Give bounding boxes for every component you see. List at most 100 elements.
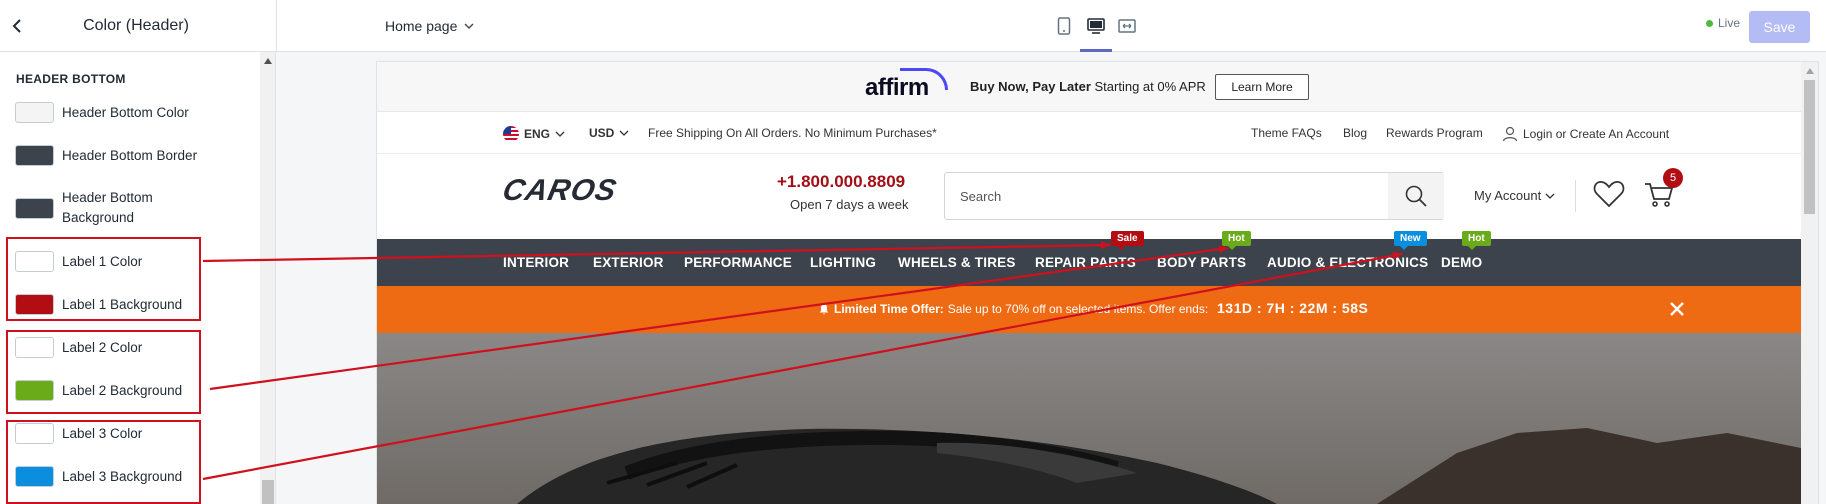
setting-label: Header Bottom Border xyxy=(62,147,198,163)
page-selector[interactable]: Home page xyxy=(385,14,475,38)
nav-badge-hot: Hot xyxy=(1462,231,1491,250)
my-account-label: My Account xyxy=(1474,188,1542,203)
language-value: ENG xyxy=(524,127,551,141)
chevron-down-icon xyxy=(555,131,565,137)
topbar-divider xyxy=(276,0,277,52)
annotation-box-label-1 xyxy=(6,237,201,321)
nav-item-interior[interactable]: INTERIOR xyxy=(503,255,569,270)
chevron-down-icon xyxy=(619,130,629,136)
affirm-message-rest: Starting at 0% APR xyxy=(1090,79,1206,94)
search-icon xyxy=(1405,185,1427,207)
phone-hours: Open 7 days a week xyxy=(790,197,909,212)
us-flag-icon xyxy=(503,126,519,142)
promo-bold: Limited Time Offer: xyxy=(834,302,944,316)
heart-icon xyxy=(1593,181,1625,208)
nav-item-demo[interactable]: DEMO xyxy=(1441,255,1482,270)
nav-item-performance[interactable]: PERFORMANCE xyxy=(684,255,792,270)
store-preview: affirm Buy Now, Pay Later Starting at 0%… xyxy=(377,62,1818,504)
scroll-up-arrow-icon[interactable] xyxy=(264,58,272,64)
utility-bar: ENG USD Free Shipping On All Orders. No … xyxy=(377,112,1801,154)
panel-title: Color (Header) xyxy=(83,17,189,34)
close-icon xyxy=(1670,302,1684,316)
link-label: Blog xyxy=(1343,126,1368,140)
shipping-message: Free Shipping On All Orders. No Minimum … xyxy=(648,126,937,140)
currency-selector[interactable]: USD xyxy=(589,126,629,140)
nav-item-wheels-tires[interactable]: WHEELS & TIRES xyxy=(898,255,1016,270)
promo-bar: Limited Time Offer: Sale up to 70% off o… xyxy=(377,286,1801,333)
back-button[interactable] xyxy=(8,14,28,38)
shipping-text: Free Shipping On All Orders. No Minimum … xyxy=(648,126,937,140)
chevron-down-icon xyxy=(464,23,474,30)
learn-more-button[interactable]: Learn More xyxy=(1215,74,1309,100)
nav-item-body-parts[interactable]: BODY PARTS xyxy=(1157,255,1246,270)
affirm-bar: affirm Buy Now, Pay Later Starting at 0%… xyxy=(377,62,1801,112)
cart-count-badge: 5 xyxy=(1663,168,1683,188)
phone-number[interactable]: +1.800.000.8809 xyxy=(777,172,905,192)
setting-header-bottom-color[interactable]: Header Bottom Color xyxy=(15,102,189,123)
nav-item-exterior[interactable]: EXTERIOR xyxy=(593,255,664,270)
chevron-down-icon xyxy=(1545,193,1555,199)
live-status: Live xyxy=(1706,16,1740,30)
scroll-up-arrow-icon[interactable] xyxy=(1806,68,1814,74)
search-box xyxy=(944,172,1444,220)
promo-message: Limited Time Offer: Sale up to 70% off o… xyxy=(818,302,1208,316)
main-header: CAROS +1.800.000.8809 Open 7 days a week… xyxy=(377,154,1801,239)
user-icon xyxy=(1502,126,1518,142)
editor-topbar: Color (Header) Home page Live Save xyxy=(0,0,1826,52)
link-label: Rewards Program xyxy=(1386,126,1483,140)
link-blog[interactable]: Blog xyxy=(1343,126,1367,140)
color-swatch[interactable] xyxy=(15,197,54,219)
nav-item-audio-electronics[interactable]: AUDIO & ELECTRONICS xyxy=(1267,255,1428,270)
fullscreen-view-button[interactable] xyxy=(1112,12,1142,40)
my-account-dropdown[interactable]: My Account xyxy=(1474,188,1555,203)
nav-badge-sale: Sale xyxy=(1111,231,1144,250)
bell-icon xyxy=(819,304,829,315)
color-swatch[interactable] xyxy=(15,145,54,166)
nav-badge-new: New xyxy=(1394,231,1427,250)
nav-item-repair-parts[interactable]: REPAIR PARTS xyxy=(1035,255,1136,270)
mobile-view-button[interactable] xyxy=(1049,12,1079,40)
header-divider xyxy=(1575,180,1576,212)
nav-badge-hot: Hot xyxy=(1222,231,1251,250)
preview-scroll-thumb[interactable] xyxy=(1804,80,1815,214)
link-login[interactable]: Login or Create An Account xyxy=(1502,126,1669,142)
wishlist-button[interactable] xyxy=(1592,178,1626,210)
chevron-left-icon xyxy=(12,19,21,33)
link-label: Theme FAQs xyxy=(1251,126,1322,140)
affirm-message-bold: Buy Now, Pay Later xyxy=(970,79,1091,94)
hero-car-image xyxy=(377,333,1801,504)
link-theme-faqs[interactable]: Theme FAQs xyxy=(1251,126,1322,140)
hero-banner[interactable] xyxy=(377,333,1801,504)
link-label: Login or Create An Account xyxy=(1523,127,1670,141)
active-view-indicator xyxy=(1080,49,1112,52)
page-selector-label: Home page xyxy=(385,18,458,34)
setting-label: Header Bottom Color xyxy=(62,104,189,120)
countdown-timer: 131D : 7H : 22M : 58S xyxy=(1217,300,1369,316)
sidebar-scroll-thumb[interactable] xyxy=(262,480,274,504)
store-logo[interactable]: CAROS xyxy=(499,174,620,208)
color-swatch[interactable] xyxy=(15,102,54,123)
live-label: Live xyxy=(1718,16,1741,30)
settings-sidebar: HEADER BOTTOM Header Bottom Color Header… xyxy=(0,52,276,504)
affirm-message: Buy Now, Pay Later Starting at 0% APR xyxy=(970,79,1206,94)
mobile-icon xyxy=(1057,17,1071,35)
live-dot-icon xyxy=(1706,19,1713,27)
setting-header-bottom-background[interactable]: Header Bottom Background xyxy=(15,188,212,228)
currency-value: USD xyxy=(589,126,615,140)
search-button[interactable] xyxy=(1388,173,1444,219)
annotation-box-label-2 xyxy=(6,330,201,414)
desktop-icon xyxy=(1087,18,1105,34)
nav-item-lighting[interactable]: LIGHTING xyxy=(810,255,876,270)
save-button[interactable]: Save xyxy=(1749,11,1810,43)
link-rewards-program[interactable]: Rewards Program xyxy=(1386,126,1483,140)
promo-rest: Sale up to 70% off on selected items. Of… xyxy=(947,302,1209,316)
main-nav: INTERIOR EXTERIOR PERFORMANCE LIGHTING W… xyxy=(377,231,1801,286)
section-title: HEADER BOTTOM xyxy=(16,72,126,86)
promo-close-button[interactable] xyxy=(1666,298,1688,320)
language-selector[interactable]: ENG xyxy=(503,126,565,142)
sidebar-scrollbar[interactable] xyxy=(260,52,275,504)
fullscreen-icon xyxy=(1118,19,1136,33)
setting-header-bottom-border[interactable]: Header Bottom Border xyxy=(15,145,197,166)
desktop-view-button[interactable] xyxy=(1081,12,1111,40)
search-input[interactable] xyxy=(945,173,1385,219)
